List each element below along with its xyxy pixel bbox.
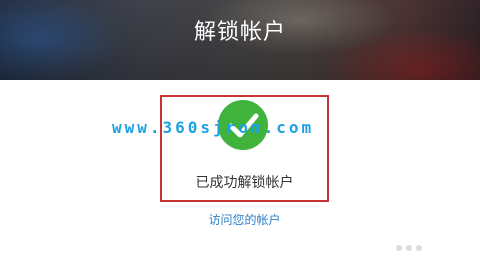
header-banner: 解锁帐户: [0, 0, 480, 80]
watermark-text: www.360sjrom.com: [112, 118, 315, 137]
success-message: 已成功解锁帐户: [195, 175, 294, 191]
visit-account-link[interactable]: 访问您的帐户: [160, 211, 329, 228]
page-title: 解锁帐户: [193, 20, 286, 45]
watermark-logo-icon: [394, 240, 434, 254]
